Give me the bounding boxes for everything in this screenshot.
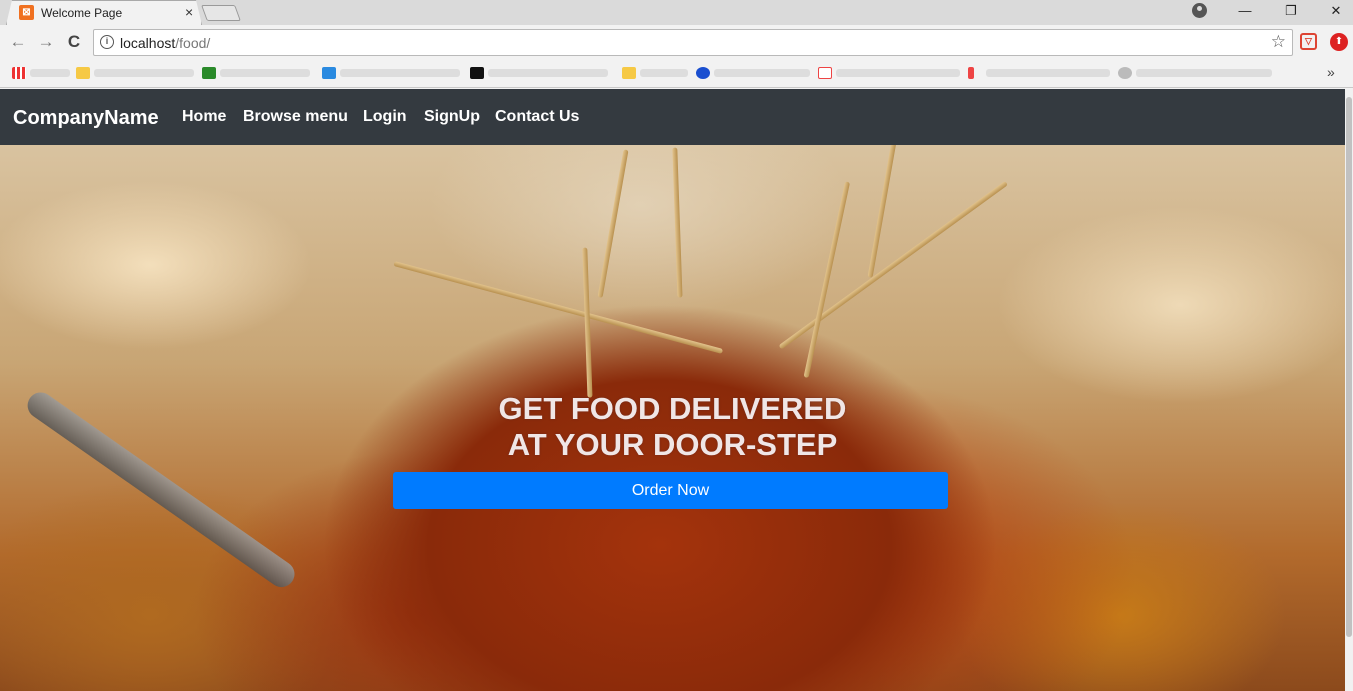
extension-icon[interactable]: ⬆	[1330, 33, 1348, 51]
toothpick-image	[803, 181, 851, 379]
browser-titlebar: ⊠ Welcome Page × — ❐ ✕	[0, 0, 1353, 25]
info-icon[interactable]: i	[100, 35, 114, 49]
bookmark-item[interactable]	[1136, 69, 1272, 77]
browser-toolbar: ← → C i localhost/food/ ☆ ▽ ⬆	[0, 25, 1353, 60]
page-viewport: CompanyName Home Browse menu Login SignU…	[0, 89, 1353, 691]
bookmark-item[interactable]	[836, 69, 960, 77]
url-host: localhost	[120, 35, 176, 51]
hero-section: GET FOOD DELIVERED AT YOUR DOOR-STEP Ord…	[0, 145, 1345, 691]
back-icon[interactable]: ←	[8, 32, 28, 52]
tab-title: Welcome Page	[41, 6, 123, 20]
nav-link-login[interactable]: Login	[363, 108, 407, 126]
bookmark-item[interactable]	[640, 69, 688, 77]
bookmark-item[interactable]	[220, 69, 310, 77]
reload-icon[interactable]: C	[64, 32, 84, 52]
toothpick-image	[672, 147, 683, 298]
bookmark-item[interactable]	[714, 69, 810, 77]
close-window-button[interactable]: ✕	[1313, 0, 1353, 22]
bookmark-favicon-icon[interactable]	[696, 67, 710, 79]
hero-headline-line1: GET FOOD DELIVERED	[498, 391, 847, 426]
nav-link-browse-menu[interactable]: Browse menu	[243, 108, 348, 126]
new-tab-button[interactable]	[201, 5, 241, 21]
toothpick-image	[778, 180, 1008, 350]
bookmark-item[interactable]	[986, 69, 1110, 77]
bookmark-favicon-icon[interactable]	[202, 67, 216, 79]
folder-icon[interactable]	[76, 67, 90, 79]
url-text[interactable]: localhost/food/	[120, 35, 210, 51]
apps-icon[interactable]	[12, 67, 26, 79]
bookmarks-overflow-icon[interactable]: »	[1327, 64, 1335, 80]
xampp-favicon-icon: ⊠	[19, 5, 34, 20]
bookmark-favicon-icon[interactable]	[968, 67, 974, 79]
bookmark-favicon-icon[interactable]	[470, 67, 484, 79]
url-path: /food/	[175, 35, 211, 51]
nav-link-signup[interactable]: SignUp	[424, 108, 480, 126]
bookmark-item[interactable]	[94, 69, 194, 77]
forward-icon[interactable]: →	[36, 32, 56, 52]
bookmarks-bar: »	[0, 60, 1353, 88]
bookmark-favicon-icon[interactable]	[322, 67, 336, 79]
toothpick-image	[597, 149, 629, 298]
order-now-button[interactable]: Order Now	[393, 472, 948, 509]
bookmark-item[interactable]	[340, 69, 460, 77]
hero-headline: GET FOOD DELIVERED AT YOUR DOOR-STEP	[0, 391, 1345, 463]
toothpick-image	[582, 247, 593, 398]
brand-logo-text[interactable]: CompanyName	[13, 107, 159, 130]
profile-icon[interactable]	[1192, 3, 1207, 18]
bookmark-item[interactable]	[488, 69, 608, 77]
bookmark-item[interactable]	[30, 69, 70, 77]
minimize-button[interactable]: —	[1222, 0, 1268, 22]
scrollbar-thumb[interactable]	[1346, 97, 1352, 637]
bookmark-favicon-icon[interactable]	[818, 67, 832, 79]
folder-icon[interactable]	[622, 67, 636, 79]
nav-link-home[interactable]: Home	[182, 108, 226, 126]
nav-link-contact-us[interactable]: Contact Us	[495, 108, 579, 126]
browser-tab-active[interactable]: ⊠ Welcome Page ×	[6, 0, 202, 25]
bookmark-favicon-icon[interactable]	[1118, 67, 1132, 79]
restore-button[interactable]: ❐	[1268, 0, 1314, 22]
bookmark-star-icon[interactable]: ☆	[1271, 32, 1286, 52]
hero-headline-line2: AT YOUR DOOR-STEP	[507, 427, 838, 462]
site-navbar: CompanyName Home Browse menu Login SignU…	[0, 89, 1345, 145]
address-bar[interactable]: i localhost/food/ ☆	[93, 29, 1293, 56]
page-scrollbar[interactable]	[1345, 89, 1353, 691]
toothpick-image	[867, 145, 897, 278]
pocket-extension-icon[interactable]: ▽	[1300, 33, 1317, 50]
tab-close-icon[interactable]: ×	[185, 4, 193, 20]
toothpick-image	[393, 261, 724, 354]
